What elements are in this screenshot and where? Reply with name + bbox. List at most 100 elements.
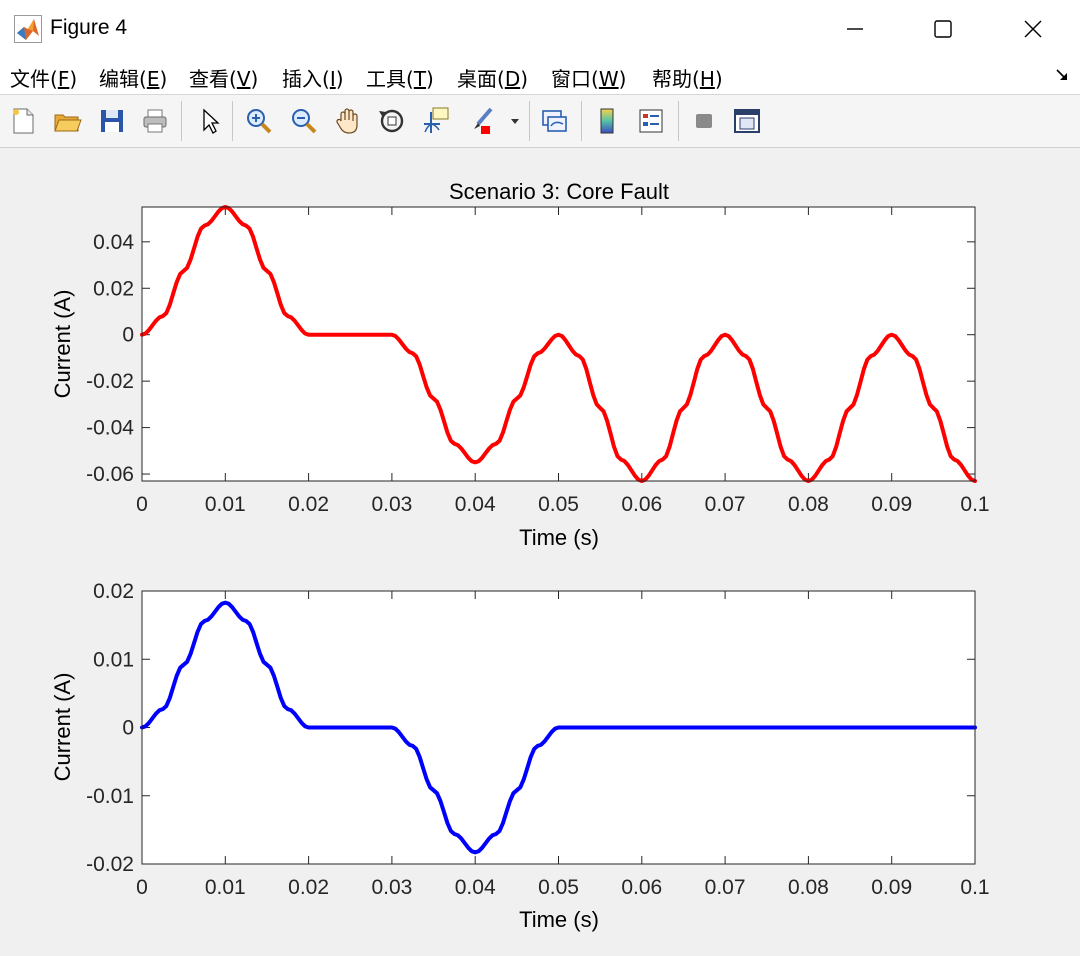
menu-window[interactable]: 窗口(W) (551, 63, 626, 92)
print-button[interactable] (138, 104, 172, 138)
y-axis-label: Current (A) (50, 673, 75, 782)
save-icon (101, 110, 123, 132)
edit-plot-button[interactable] (192, 104, 226, 138)
x-tick-labels: 0 0.01 0.02 0.03 0.04 0.05 0.06 0.07 0.08 0.09 0.1 (136, 493, 989, 516)
y-tick-label: 0 (122, 324, 134, 347)
open-file-icon (54, 114, 82, 132)
x-tick-label: 0.1 (960, 493, 989, 516)
x-tick-label: 0.04 (455, 493, 496, 516)
x-tick-label: 0.05 (538, 876, 579, 899)
figure-toolbar (0, 95, 1080, 148)
pan-hand-icon (336, 108, 358, 134)
x-tick-labels: 0 0.01 0.02 0.03 0.04 0.05 0.06 0.07 0.08 0.09 0.1 (136, 876, 989, 899)
brush-dropdown-button[interactable] (505, 104, 525, 138)
menu-view[interactable]: 查看(V) (189, 63, 258, 92)
open-file-button[interactable] (50, 104, 84, 138)
x-tick-label: 0.06 (621, 876, 662, 899)
axes-top[interactable]: Scenario 3: Core Fault 0 0.01 0.02 0.03 0.04… (50, 179, 990, 550)
new-figure-icon (13, 108, 34, 134)
x-tick-label: 0.01 (205, 493, 246, 516)
x-tick-label: 0.09 (871, 493, 912, 516)
rotate-3d-icon (379, 109, 404, 133)
toolbar-separator (232, 101, 233, 141)
maximize-button[interactable] (898, 0, 988, 58)
x-tick-label: 0.06 (621, 493, 662, 516)
y-tick-label: -0.02 (86, 853, 134, 876)
minimize-icon (847, 28, 863, 30)
data-cursor-button[interactable] (419, 104, 453, 138)
y-tick-label: -0.04 (86, 417, 134, 440)
save-button[interactable] (95, 104, 129, 138)
x-tick-label: 0.07 (705, 876, 746, 899)
y-tick-label: 0.04 (93, 231, 134, 254)
rotate-3d-button[interactable] (375, 104, 409, 138)
menu-help[interactable]: 帮助(H) (652, 63, 723, 92)
y-tick-label: -0.06 (86, 463, 134, 486)
print-icon (143, 109, 167, 133)
show-plot-tools-icon (734, 109, 760, 133)
x-tick-label: 0.05 (538, 493, 579, 516)
menu-file[interactable]: 文件(F) (10, 63, 77, 92)
insert-legend-button[interactable] (634, 104, 668, 138)
menu-insert[interactable]: 插入(I) (282, 63, 344, 92)
toolbar-separator (181, 101, 182, 141)
zoom-out-icon (292, 109, 317, 134)
x-tick-label: 0.09 (871, 876, 912, 899)
menu-edit[interactable]: 编辑(E) (99, 63, 167, 92)
dock-figure-icon[interactable] (1054, 67, 1070, 83)
toolbar-separator (581, 101, 582, 141)
y-tick-label: 0.02 (93, 277, 134, 300)
x-axis-label: Time (s) (519, 907, 599, 932)
x-tick-label: 0.01 (205, 876, 246, 899)
x-tick-label: 0.02 (288, 876, 329, 899)
x-tick-label: 0.03 (371, 876, 412, 899)
insert-colorbar-button[interactable] (590, 104, 624, 138)
legend-icon (639, 109, 663, 133)
colorbar-icon (600, 108, 614, 134)
data-cursor-icon (424, 107, 449, 133)
y-tick-labels: 0.04 0.02 0 -0.02 -0.04 -0.06 (86, 231, 134, 486)
zoom-out-button[interactable] (287, 104, 321, 138)
toolbar-separator (529, 101, 530, 141)
y-tick-label: -0.02 (86, 370, 134, 393)
x-tick-label: 0.03 (371, 493, 412, 516)
menu-desktop[interactable]: 桌面(D) (457, 63, 528, 92)
y-tick-label: 0.01 (93, 648, 134, 671)
y-tick-labels: 0.02 0.01 0 -0.01 -0.02 (86, 580, 134, 876)
x-tick-label: 0.07 (705, 493, 746, 516)
pan-button[interactable] (331, 104, 365, 138)
show-plot-tools-button[interactable] (730, 104, 764, 138)
figure-window: Figure 4 文件(F) 编辑(E) 查看(V) 插入(I) 工具(T) 桌… (0, 0, 1080, 956)
x-axis-label: Time (s) (519, 525, 599, 550)
title-bar: Figure 4 (0, 0, 1080, 58)
brush-button[interactable] (464, 104, 498, 138)
x-tick-label: 0.08 (788, 493, 829, 516)
close-button[interactable] (988, 0, 1078, 58)
y-axis-label: Current (A) (50, 290, 75, 399)
axes-background (142, 207, 975, 481)
x-tick-label: 0.1 (960, 876, 989, 899)
brush-dropdown-icon (511, 119, 519, 124)
hide-plot-tools-icon (696, 114, 712, 128)
x-tick-label: 0 (136, 876, 148, 899)
edit-plot-arrow-icon (203, 108, 220, 134)
brush-icon (474, 107, 493, 134)
matlab-logo-icon (14, 15, 42, 43)
x-tick-label: 0 (136, 493, 148, 516)
x-tick-label: 0.04 (455, 876, 496, 899)
x-tick-label: 0.08 (788, 876, 829, 899)
new-figure-button[interactable] (6, 104, 40, 138)
axes-title: Scenario 3: Core Fault (449, 179, 669, 204)
hide-plot-tools-button[interactable] (687, 104, 721, 138)
link-plot-button[interactable] (537, 104, 571, 138)
y-tick-label: 0 (122, 717, 134, 740)
y-tick-label: -0.01 (86, 785, 134, 808)
zoom-in-button[interactable] (242, 104, 276, 138)
x-tick-label: 0.02 (288, 493, 329, 516)
minimize-button[interactable] (810, 0, 900, 58)
menu-tools[interactable]: 工具(T) (366, 63, 434, 92)
maximize-icon (934, 20, 952, 38)
toolbar-separator (678, 101, 679, 141)
axes-bottom[interactable]: 0 0.01 0.02 0.03 0.04 0.05 0.06 0.07 0.08 0.09 0.1… (50, 580, 990, 932)
y-tick-label: 0.02 (93, 580, 134, 603)
